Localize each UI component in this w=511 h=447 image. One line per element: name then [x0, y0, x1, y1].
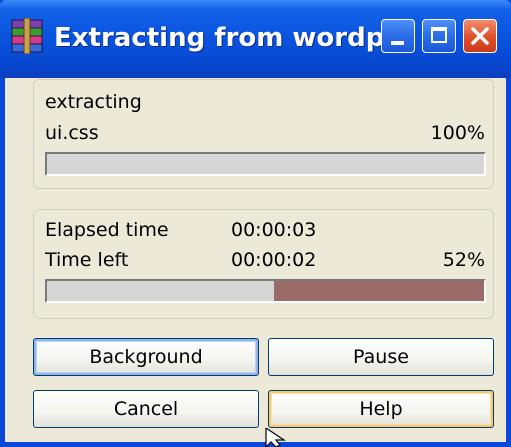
time-left-label: Time left	[45, 249, 129, 271]
file-progress-group: extracting ui.css 100%	[33, 79, 494, 189]
winrar-books-icon	[11, 18, 43, 54]
minimize-icon	[391, 41, 404, 45]
total-progress-bar	[45, 279, 486, 303]
time-left-value: 00:00:02	[231, 249, 317, 271]
mouse-pointer-icon	[265, 428, 286, 447]
total-progress-group: Elapsed time 00:00:03 Time left 00:00:02…	[33, 209, 494, 319]
total-progress-fill	[274, 281, 484, 301]
maximize-button[interactable]	[422, 19, 456, 53]
status-label: extracting	[45, 91, 142, 113]
extraction-dialog-window: Extracting from wordp... extracting ui.c…	[0, 0, 511, 447]
window-title: Extracting from wordp...	[54, 23, 414, 53]
current-file-name: ui.css	[45, 122, 99, 144]
elapsed-time-label: Elapsed time	[45, 219, 169, 241]
close-icon	[471, 27, 489, 45]
close-button[interactable]	[463, 19, 497, 53]
elapsed-time-value: 00:00:03	[231, 219, 317, 241]
file-progress-bar	[45, 152, 486, 176]
pause-button[interactable]: Pause	[268, 338, 494, 376]
maximize-icon	[431, 27, 447, 43]
cancel-button[interactable]: Cancel	[33, 390, 259, 428]
title-bar[interactable]: Extracting from wordp...	[0, 0, 511, 78]
help-button[interactable]: Help	[268, 390, 494, 428]
minimize-button[interactable]	[381, 19, 415, 53]
file-percent: 100%	[430, 122, 485, 144]
background-button[interactable]: Background	[33, 338, 259, 376]
total-percent: 52%	[442, 249, 485, 271]
